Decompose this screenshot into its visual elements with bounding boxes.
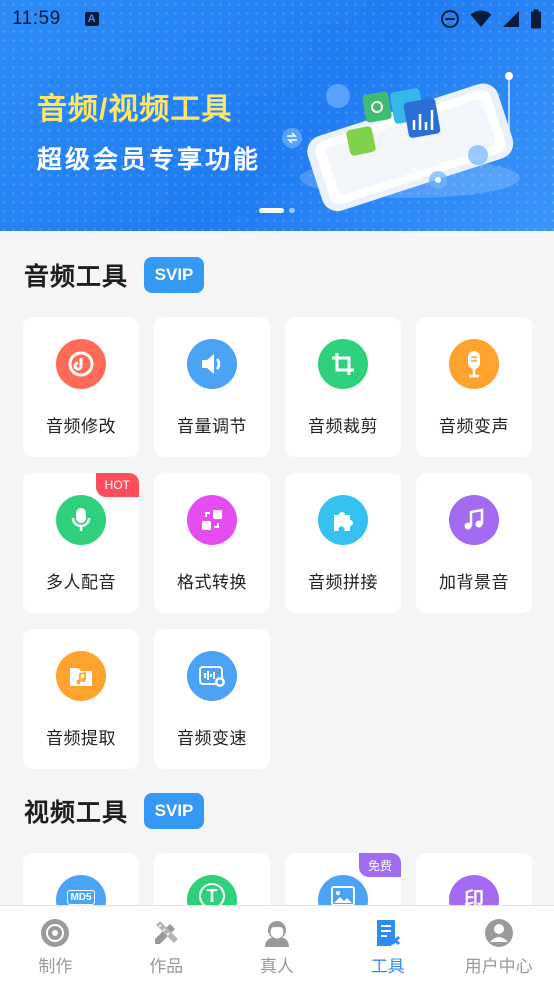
svip-badge: SVIP <box>144 793 205 829</box>
tool-label: 音频提取 <box>46 729 116 748</box>
tool-label: 音频变速 <box>177 729 247 748</box>
tool-audio-edit[interactable]: 音频修改 <box>23 317 139 457</box>
tool-label: 多人配音 <box>46 573 116 592</box>
tool-audio-join[interactable]: 音频拼接 <box>285 473 401 613</box>
tool-audio-speed[interactable]: 音频变速 <box>154 629 270 769</box>
crop-icon <box>318 339 368 389</box>
tab-label: 用户中心 <box>464 957 533 976</box>
tool-label: 音频拼接 <box>308 573 378 592</box>
format-convert-icon <box>187 495 237 545</box>
speed-icon <box>187 651 237 701</box>
pencil-ruler-icon <box>155 921 179 944</box>
free-badge: 免费 <box>358 853 401 877</box>
tool-label: 加背景音 <box>439 573 509 592</box>
promo-banner[interactable]: 11:59 A 音频/视频工具 超级会员专享功能 <box>0 0 554 231</box>
phone-illustration <box>282 72 520 212</box>
wifi-icon <box>470 10 492 27</box>
svip-badge: SVIP <box>144 257 205 293</box>
tab-real-person[interactable]: 真人 <box>222 906 333 984</box>
tab-works[interactable]: 作品 <box>111 906 222 984</box>
md5-icon-text: MD5 <box>67 889 95 905</box>
banner-title: 音频/视频工具 <box>37 93 233 126</box>
audio-tools-title: 音频工具 <box>24 263 129 291</box>
music-folder-icon <box>56 651 106 701</box>
tool-voice-change[interactable]: 音频变声 <box>416 317 532 457</box>
hot-badge: HOT <box>95 473 139 497</box>
puzzle-icon <box>318 495 368 545</box>
user-icon <box>484 919 513 947</box>
disc-icon <box>41 919 70 947</box>
status-icons <box>440 9 542 29</box>
tool-format-convert[interactable]: 格式转换 <box>154 473 270 613</box>
do-not-disturb-icon <box>441 10 459 28</box>
battery-icon <box>531 9 541 29</box>
tool-volume-adjust[interactable]: 音量调节 <box>154 317 270 457</box>
tab-label: 制作 <box>38 957 73 976</box>
tool-label: 音频修改 <box>46 417 116 436</box>
tool-audio-extract[interactable]: 音频提取 <box>23 629 139 769</box>
tool-audio-crop[interactable]: 音频裁剪 <box>285 317 401 457</box>
tool-document-icon <box>376 920 400 946</box>
music-note-icon <box>449 495 499 545</box>
indicator-active-dot <box>259 208 284 213</box>
tab-label: 作品 <box>149 957 184 976</box>
tool-multi-dub[interactable]: HOT 多人配音 <box>23 473 139 613</box>
tool-label: 音频变声 <box>439 417 509 436</box>
bottom-tab-bar: 制作 作品 真人 工具 用户中心 <box>0 905 554 984</box>
tool-label: 音频裁剪 <box>308 417 378 436</box>
banner-page-indicator <box>259 208 295 213</box>
tab-label: 真人 <box>259 957 294 976</box>
status-time: 11:59 <box>12 8 61 29</box>
tool-label: 格式转换 <box>177 573 247 592</box>
signal-icon <box>503 11 519 27</box>
status-bar: 11:59 A <box>0 0 554 38</box>
tab-tools[interactable]: 工具 <box>332 906 443 984</box>
tool-add-bgm[interactable]: 加背景音 <box>416 473 532 613</box>
tool-label: 音量调节 <box>177 417 247 436</box>
tab-make[interactable]: 制作 <box>0 906 111 984</box>
banner-subtitle: 超级会员专享功能 <box>37 146 262 174</box>
audio-tools-header: 音频工具 SVIP <box>24 257 205 293</box>
video-tools-header: 视频工具 SVIP <box>24 793 205 829</box>
multi-dub-mic-icon <box>56 495 106 545</box>
audio-edit-icon <box>56 339 106 389</box>
microphone-icon <box>449 339 499 389</box>
tab-label: 工具 <box>370 957 405 976</box>
keyboard-notification-icon: A <box>84 12 99 26</box>
volume-icon <box>187 339 237 389</box>
indicator-dot <box>289 208 295 213</box>
tab-user-center[interactable]: 用户中心 <box>443 906 554 984</box>
person-avatar-icon <box>264 921 289 947</box>
video-tools-title: 视频工具 <box>24 799 129 827</box>
